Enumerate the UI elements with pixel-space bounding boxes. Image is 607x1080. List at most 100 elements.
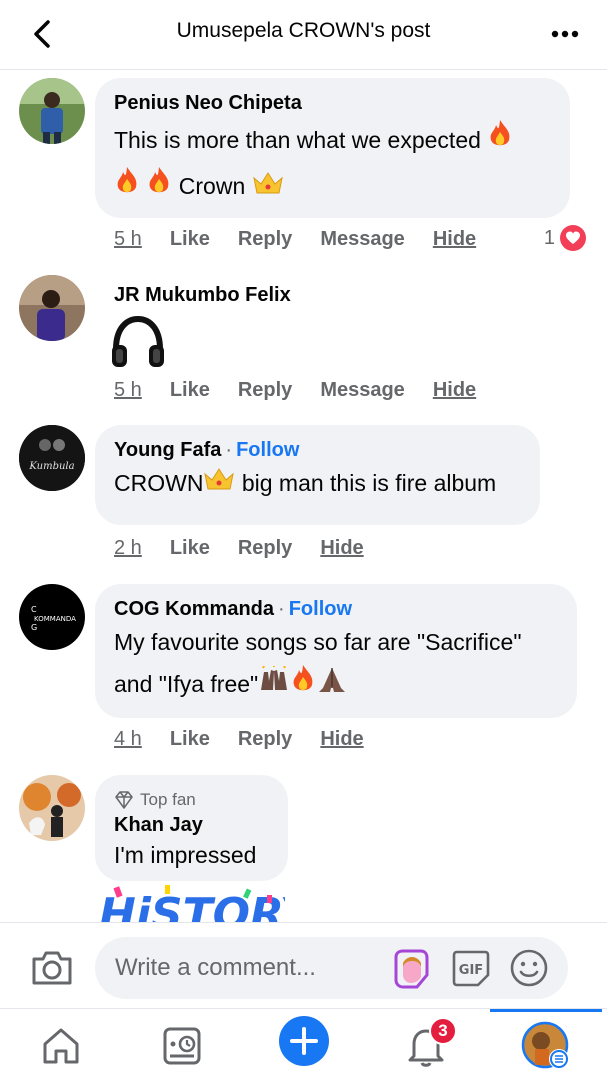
- comment-text-line2: and "Ifya free": [114, 671, 259, 697]
- top-fan-label: Top fan: [140, 790, 196, 809]
- comment-author[interactable]: Penius Neo Chipeta: [114, 90, 551, 116]
- follow-button[interactable]: Follow: [236, 439, 299, 461]
- comment-text-b: big man this is fire album: [235, 470, 497, 496]
- fire-emoji-icon: [487, 119, 513, 164]
- fire-emoji-icon: [290, 664, 316, 708]
- tab-notifications[interactable]: 3: [401, 1017, 457, 1071]
- comment-bubble[interactable]: Young Fafa · Follow CROWN big man this is …: [95, 425, 540, 525]
- post-header: Umusepela CROWN's post: [0, 0, 607, 70]
- active-tab-indicator: [490, 1009, 602, 1012]
- like-button[interactable]: Like: [170, 537, 210, 560]
- comment-input-placeholder: Write a comment...: [115, 954, 316, 981]
- more-dots-icon: [551, 30, 579, 38]
- tab-home[interactable]: [36, 1021, 86, 1071]
- comment-author-row: Young Fafa · Follow: [114, 437, 521, 463]
- history-sticker: HiSTORY: [95, 883, 285, 923]
- comment-author[interactable]: JR Mukumbo Felix: [114, 282, 291, 308]
- comment-bubble[interactable]: Top fan Khan Jay I'm impressed: [95, 775, 288, 881]
- comment-author[interactable]: COG Kommanda: [114, 598, 274, 620]
- diamond-icon: [115, 791, 133, 809]
- comment-actions: 5 h Like Reply Message Hide: [114, 375, 504, 405]
- reply-button[interactable]: Reply: [238, 537, 292, 560]
- comment-time[interactable]: 2 h: [114, 537, 142, 560]
- hide-button[interactable]: Hide: [320, 537, 363, 560]
- comment-bubble[interactable]: Penius Neo Chipeta This is more than wha…: [95, 78, 570, 218]
- reply-button[interactable]: Reply: [238, 228, 292, 251]
- avatar-logo-text: KOMMANDA: [34, 615, 76, 623]
- comment-author-row: COG Kommanda · Follow: [114, 596, 558, 622]
- separator-dot: ·: [225, 439, 233, 461]
- like-button[interactable]: Like: [170, 728, 210, 751]
- comment-actions: 4 h Like Reply Hide: [114, 724, 392, 754]
- avatar-sticker-button[interactable]: [391, 949, 431, 989]
- gif-button[interactable]: GIF: [451, 948, 491, 988]
- video-feed-icon: [163, 1027, 201, 1065]
- avatar[interactable]: Kumbula: [19, 425, 85, 491]
- headphones-icon: [112, 315, 164, 367]
- crown-emoji-icon: [252, 166, 284, 211]
- hide-button[interactable]: Hide: [433, 379, 476, 402]
- reply-button[interactable]: Reply: [238, 379, 292, 402]
- avatar-logo-text: Kumbula: [28, 461, 74, 472]
- comment-actions: 2 h Like Reply Hide: [114, 533, 392, 563]
- page-title: Umusepela CROWN's post: [176, 19, 431, 42]
- comment-text: CROWN big man this is fire album: [114, 461, 521, 507]
- bottom-tab-bar: 3: [0, 1008, 607, 1080]
- like-button[interactable]: Like: [170, 228, 210, 251]
- comment-actions: 5 h Like Reply Message Hide: [114, 224, 504, 254]
- camera-icon: [32, 951, 72, 985]
- like-button[interactable]: Like: [170, 379, 210, 402]
- svg-text:G: G: [31, 623, 37, 632]
- sticker-text: HiSTORY: [99, 889, 285, 923]
- notification-badge: 3: [429, 1017, 457, 1045]
- comment-author[interactable]: Young Fafa: [114, 439, 221, 461]
- hide-button[interactable]: Hide: [320, 728, 363, 751]
- tab-create[interactable]: [278, 1015, 330, 1067]
- tab-watch[interactable]: [157, 1021, 207, 1071]
- comment-text: I'm impressed: [114, 842, 257, 868]
- gif-label: GIF: [459, 963, 483, 978]
- avatar[interactable]: [19, 275, 85, 341]
- message-button[interactable]: Message: [320, 379, 405, 402]
- reaction-summary[interactable]: 1: [544, 224, 587, 252]
- headphones-sticker: [110, 315, 166, 369]
- avatar[interactable]: C G KOMMANDA: [19, 584, 85, 650]
- comment-text: This is more than what we expected: [114, 118, 551, 164]
- home-icon: [43, 1028, 79, 1064]
- gif-icon: GIF: [452, 950, 490, 987]
- avatar-sticker-icon: [394, 949, 429, 989]
- comment-time[interactable]: 5 h: [114, 228, 142, 251]
- folded-hands-emoji-icon: [316, 664, 348, 708]
- follow-button[interactable]: Follow: [289, 598, 352, 620]
- hide-button[interactable]: Hide: [433, 228, 476, 251]
- profile-avatar-icon: [521, 1021, 569, 1069]
- comment-text-a: CROWN: [114, 470, 204, 496]
- fire-emoji-icon: [146, 166, 172, 211]
- comment-bubble[interactable]: COG Kommanda · Follow My favourite songs s…: [95, 584, 577, 718]
- comment-text-row2: and "Ifya free": [114, 662, 558, 708]
- comment-text-line1: This is more than what we expected: [114, 127, 481, 153]
- comment-text-line1: My favourite songs so far are "Sacrifice…: [114, 629, 522, 655]
- tab-menu[interactable]: [521, 1021, 571, 1071]
- more-options-button[interactable]: [545, 18, 585, 50]
- comment-author[interactable]: Khan Jay: [114, 811, 269, 839]
- comment-input[interactable]: Write a comment... GIF: [95, 937, 568, 999]
- emoji-button[interactable]: [509, 948, 549, 988]
- avatar[interactable]: [19, 775, 85, 841]
- comment-text-line2: Crown: [178, 173, 246, 200]
- comment-time[interactable]: 5 h: [114, 379, 142, 402]
- comment-composer: Write a comment... GIF: [0, 922, 607, 1008]
- avatar[interactable]: [19, 78, 85, 144]
- raising-hands-emoji-icon: [258, 664, 290, 708]
- message-button[interactable]: Message: [320, 228, 405, 251]
- reply-button[interactable]: Reply: [238, 728, 292, 751]
- comment-content: JR Mukumbo Felix: [114, 282, 291, 308]
- smiley-icon: [510, 949, 548, 987]
- top-fan-badge: Top fan: [114, 789, 269, 811]
- camera-button[interactable]: [28, 943, 76, 991]
- svg-text:C: C: [31, 605, 37, 614]
- comment-time[interactable]: 4 h: [114, 728, 142, 751]
- fire-emoji-icon: [114, 166, 140, 211]
- reaction-count: 1: [543, 226, 555, 249]
- plus-circle-icon: [279, 1016, 329, 1066]
